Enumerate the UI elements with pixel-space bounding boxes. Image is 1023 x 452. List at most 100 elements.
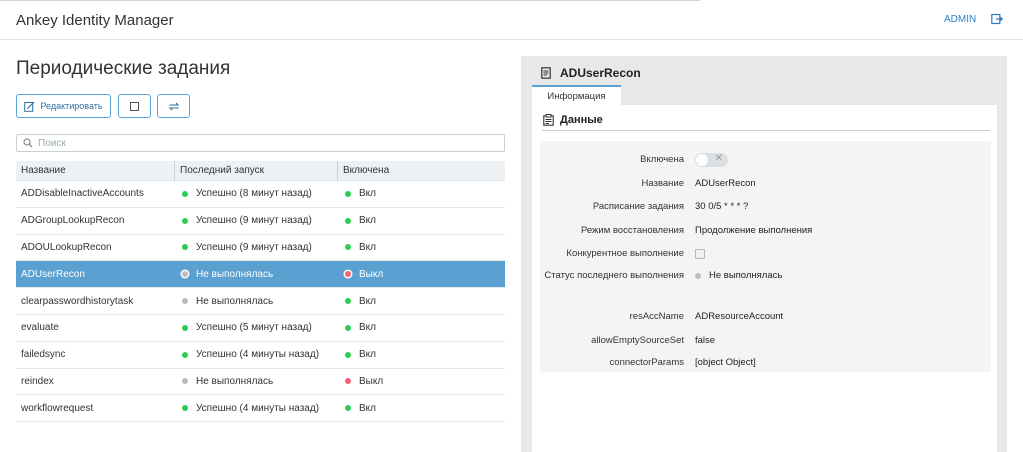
properties-list: Включена ✕ Название ADUserRecon Расписание з… (540, 141, 991, 372)
enabled-cell: Выкл (337, 269, 505, 280)
last-run-text: Успешно (9 минут назад) (196, 241, 312, 253)
job-name: ADDisableInactiveAccounts (16, 188, 174, 199)
property-label: Режим восстановления (580, 225, 684, 236)
search-icon (23, 138, 33, 148)
detail-header: ADUserRecon (541, 66, 641, 80)
enabled-text: Вкл (359, 295, 376, 307)
search-box[interactable] (16, 134, 505, 152)
job-name-text: failedsync (21, 349, 66, 361)
status-dot-icon (695, 272, 701, 279)
last-run-text: Не выполнялась (196, 268, 274, 280)
status-dot-icon (182, 271, 188, 278)
last-run-text: Не выполнялась (196, 375, 274, 387)
refresh-button[interactable] (157, 94, 190, 118)
table-row[interactable]: ADGroupLookupRecon Успешно (9 минут назад… (16, 208, 505, 235)
enabled-dot-icon (345, 217, 351, 224)
job-name: ADUserRecon (16, 269, 174, 280)
enabled-text: Вкл (359, 215, 376, 227)
last-run-cell: Успешно (9 минут назад) (174, 242, 337, 253)
enabled-text: Вкл (359, 322, 376, 334)
search-input[interactable] (38, 137, 478, 149)
table-row[interactable]: ADUserRecon Не выполнялась Выкл (16, 261, 505, 289)
table-row[interactable]: clearpasswordhistorytask Не выполнялась Вк… (16, 288, 505, 315)
user-menu-link[interactable]: ADMIN (944, 14, 976, 25)
property-value: Продолжение выполнения (695, 225, 813, 236)
property-row: resAccName ADResourceAccount (540, 310, 991, 323)
job-name-text: ADUserRecon (21, 268, 85, 280)
last-run-text: Успешно (9 минут назад) (196, 215, 312, 227)
property-value-cell: Продолжение выполнения (695, 225, 812, 236)
property-label: Расписание задания (592, 201, 684, 212)
enabled-cell: Вкл (337, 242, 505, 253)
toggle-button[interactable] (118, 94, 151, 118)
job-name: clearpasswordhistorytask (16, 296, 174, 307)
property-value-cell: Не выполнялась (695, 270, 782, 281)
tab-information[interactable]: Информация (532, 85, 621, 105)
property-row: connectorParams [object Object] (540, 356, 991, 369)
table-body: ADDisableInactiveAccounts Успешно (8 мину… (16, 181, 505, 423)
property-value-cell: false (695, 335, 715, 346)
property-value-cell: ADResourceAccount (695, 311, 783, 322)
table-row[interactable]: ADDisableInactiveAccounts Успешно (8 мину… (16, 181, 505, 208)
job-name-text: evaluate (21, 322, 59, 334)
detail-body: Данные Включена ✕ Название ADUserRecon Распи… (532, 105, 997, 452)
enabled-dot-icon (345, 190, 351, 197)
edit-button[interactable]: Редактировать (16, 94, 111, 118)
property-value: ADResourceAccount (695, 311, 784, 322)
table-row[interactable]: failedsync Успешно (4 минуты назад) Вкл (16, 342, 505, 369)
property-label: Конкурентное выполнение (566, 248, 684, 259)
enabled-cell: Вкл (337, 188, 505, 199)
property-label: Статус последнего выполнения (544, 270, 684, 281)
table-row[interactable]: ADOULookupRecon Успешно (9 минут назад) Вк… (16, 235, 505, 262)
column-header-name[interactable]: Название (16, 161, 174, 181)
top-accent-line (0, 0, 700, 1)
property-row: allowEmptySourceSet false (540, 334, 991, 347)
table-row[interactable]: reindex Не выполнялась Выкл (16, 369, 505, 396)
enabled-text: Вкл (359, 402, 376, 414)
logout-icon[interactable] (991, 13, 1003, 25)
property-label: resAccName (629, 311, 684, 322)
property-row: Статус последнего выполнения Не выполняла… (540, 269, 991, 282)
job-name-text: ADGroupLookupRecon (21, 215, 125, 227)
property-row: Расписание задания 30 0/5 * * * ? (540, 200, 991, 213)
table-row[interactable]: workflowrequest Успешно (4 минуты назад) В… (16, 395, 505, 423)
enabled-dot-icon (345, 351, 351, 358)
property-row: Режим восстановления Продолжение выполнен… (540, 224, 991, 237)
top-bar: Ankey Identity Manager ADMIN (0, 0, 1023, 40)
column-header-enabled[interactable]: Включена (337, 160, 505, 181)
enabled-toggle[interactable]: ✕ (695, 152, 728, 167)
page-title: Периодические задания (16, 58, 231, 79)
last-run-cell: Успешно (8 минут назад) (174, 188, 337, 199)
status-dot-icon (182, 244, 188, 251)
job-name: reindex (16, 376, 174, 387)
property-row: Конкурентное выполнение (540, 247, 991, 260)
property-label: allowEmptySourceSet (591, 335, 684, 346)
property-label: Название (641, 178, 684, 189)
property-value: ADUserRecon (695, 178, 756, 189)
last-run-text: Успешно (8 минут назад) (196, 188, 312, 200)
last-run-cell: Успешно (4 минуты назад) (174, 403, 337, 414)
enabled-dot-icon (345, 405, 351, 412)
table-row[interactable]: evaluate Успешно (5 минут назад) Вкл (16, 315, 505, 342)
last-run-cell: Успешно (5 минут назад) (174, 322, 337, 333)
table-header: Название Последний запуск Включена (16, 160, 505, 181)
status-dot-icon (182, 405, 188, 412)
last-run-cell: Не выполнялась (174, 269, 337, 280)
app-title: Ankey Identity Manager (16, 12, 174, 29)
property-label: Включена (640, 154, 684, 165)
last-run-text: Не выполнялась (196, 295, 274, 307)
last-run-cell: Не выполнялась (174, 296, 337, 307)
detail-panel: ADUserRecon Информация Данные Включена ✕ Н… (521, 56, 1007, 452)
enabled-text: Вкл (359, 349, 376, 361)
job-name: ADOULookupRecon (16, 242, 174, 253)
status-dot-icon (182, 324, 188, 331)
enabled-cell: Вкл (337, 215, 505, 226)
jobs-table: Название Последний запуск Включена ADDis… (16, 160, 505, 423)
close-icon: ✕ (714, 152, 723, 164)
job-name-text: ADOULookupRecon (21, 241, 112, 253)
column-header-last-run[interactable]: Последний запуск (174, 160, 337, 181)
concurrent-checkbox[interactable] (695, 248, 705, 259)
job-name-text: clearpasswordhistorytask (21, 295, 134, 307)
last-run-cell: Не выполнялась (174, 376, 337, 387)
property-value-cell (695, 248, 705, 259)
